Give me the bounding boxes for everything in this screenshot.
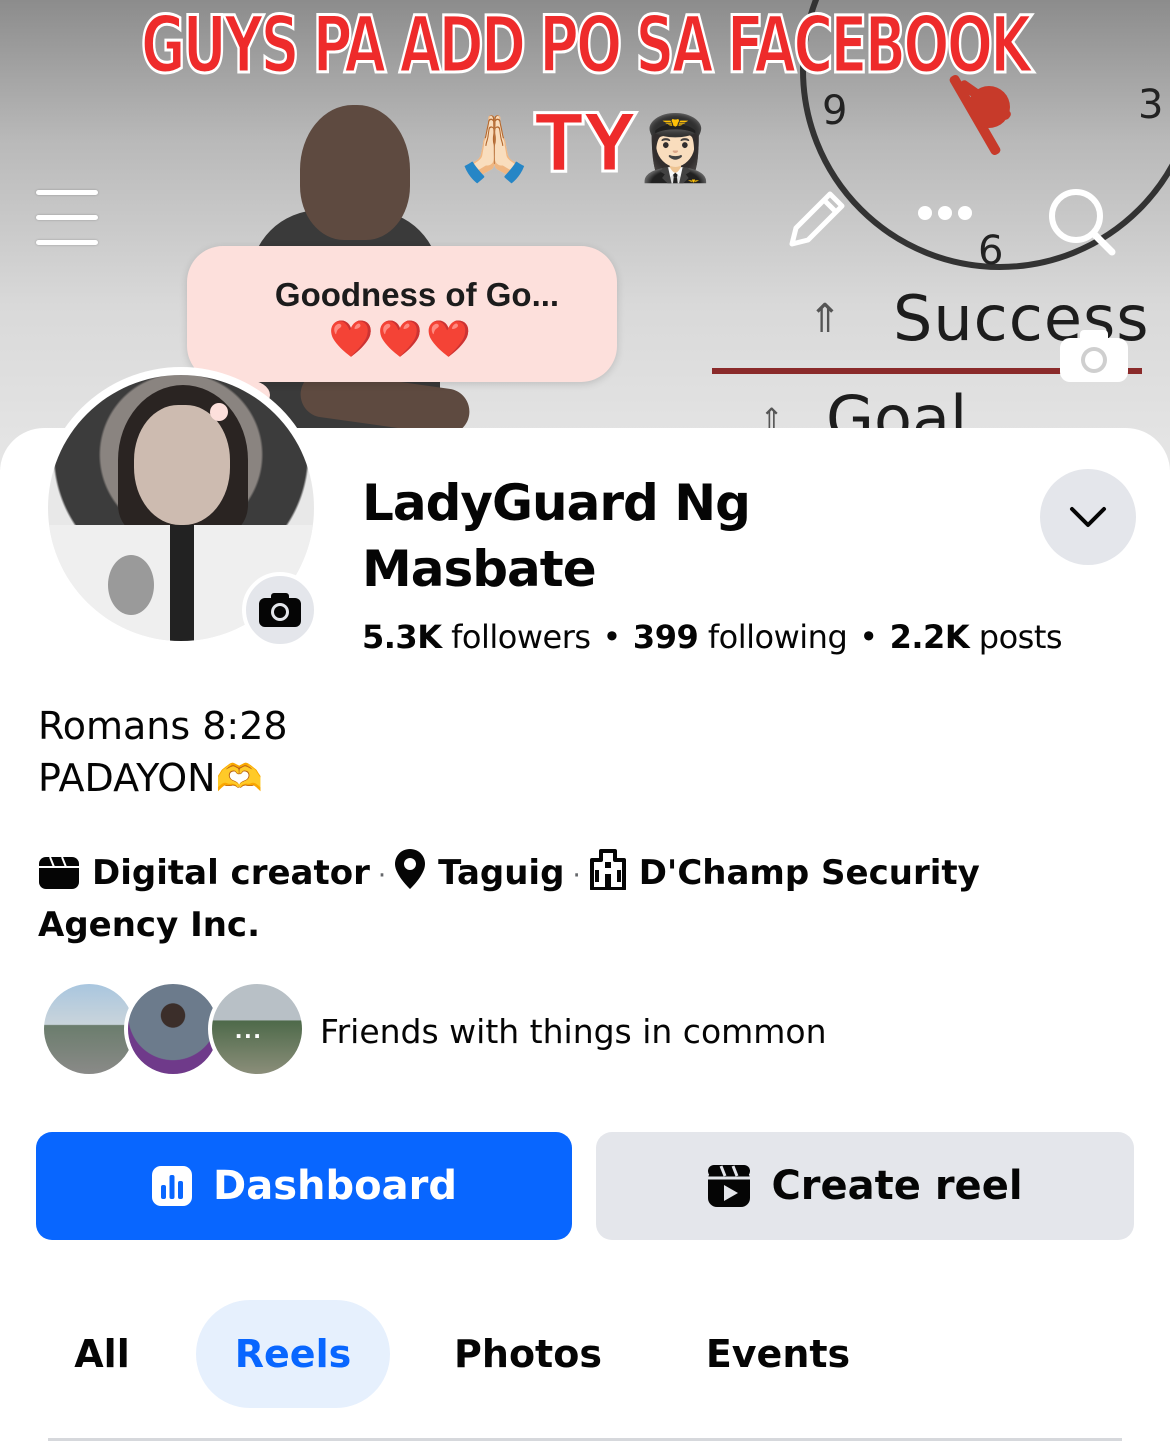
posts-count: 2.2K	[889, 618, 970, 656]
location-text[interactable]: Taguig	[438, 853, 564, 893]
posts-stat[interactable]: 2.2K posts	[889, 618, 1063, 656]
note-bubble-tail-dot	[210, 403, 228, 421]
up-arrows-graphic: ⇑	[808, 297, 842, 341]
chevron-down-icon	[1070, 507, 1106, 527]
reel-icon	[707, 1164, 751, 1208]
avatar-face	[134, 405, 230, 525]
followers-count: 5.3K	[362, 618, 442, 656]
edit-cover-camera-icon[interactable]	[1058, 328, 1130, 384]
followers-label: followers	[451, 618, 591, 656]
tab-events[interactable]: Events	[680, 1300, 876, 1408]
headline-line-1: GUYS PA ADD PO SA FACEBOOK	[140, 0, 1034, 93]
avatar-tie	[170, 525, 194, 641]
profile-stats: 5.3K followers • 399 following • 2.2K posts	[362, 618, 1162, 656]
pilot-emoji: 👩🏻‍✈️	[635, 112, 716, 187]
building-icon	[589, 848, 627, 902]
dashboard-button[interactable]: Dashboard	[36, 1132, 572, 1240]
tab-all[interactable]: All	[50, 1300, 154, 1408]
stat-separator: •	[859, 618, 878, 656]
profile-details: Digital creator · Taguig · D'Champ Securit…	[38, 848, 1058, 948]
bio-line: Romans 8:28	[38, 704, 288, 748]
clock-number-6: 6	[978, 228, 1004, 274]
search-icon[interactable]	[1044, 184, 1118, 258]
bio-line: PADAYON🫶	[38, 756, 263, 800]
following-label: following	[707, 618, 848, 656]
tabs-divider	[48, 1438, 1122, 1441]
location-pin-icon	[394, 848, 426, 902]
clapperboard-icon	[38, 856, 80, 902]
profile-dropdown-button[interactable]	[1040, 469, 1136, 565]
profile-name: LadyGuard Ng Masbate	[362, 474, 751, 598]
posts-label: posts	[978, 618, 1063, 656]
category-text: Digital creator	[92, 853, 370, 893]
more-friends-indicator: ...	[235, 1014, 263, 1044]
detail-separator: ·	[377, 861, 387, 891]
note-text: Goodness of Go...	[274, 276, 560, 313]
mutual-friends-row[interactable]: ... Friends with things in common	[40, 980, 940, 1080]
tab-photos[interactable]: Photos	[430, 1300, 626, 1408]
bar-chart-icon	[151, 1165, 193, 1207]
headline-ty: TY	[533, 96, 637, 191]
create-reel-label: Create reel	[771, 1163, 1023, 1209]
dashboard-label: Dashboard	[213, 1163, 457, 1209]
friends-common-text: Friends with things in common	[320, 1012, 827, 1051]
praying-hands-emoji: 🙏🏻	[454, 112, 535, 187]
headline-line-2: 🙏🏻TY👩🏻‍✈️	[0, 96, 1170, 195]
note-hearts: ❤️❤️❤️	[328, 318, 476, 359]
profile-note-bubble[interactable]: Goodness of Go... ❤️❤️❤️	[187, 246, 617, 382]
pencil-icon[interactable]	[782, 184, 852, 254]
create-reel-button[interactable]: Create reel	[596, 1132, 1134, 1240]
stat-separator: •	[602, 618, 622, 656]
profile-tabs: All Reels Photos Events	[0, 1300, 1170, 1410]
following-stat[interactable]: 399 following	[632, 618, 848, 656]
profile-bio: Romans 8:28 PADAYON🫶	[38, 700, 938, 804]
detail-separator: ·	[572, 861, 581, 891]
tab-reels[interactable]: Reels	[196, 1300, 390, 1408]
more-options-icon[interactable]	[918, 206, 980, 226]
following-count: 399	[632, 618, 699, 656]
headline-overlay: GUYS PA ADD PO SA FACEBOOK 🙏🏻TY👩🏻‍✈️	[0, 0, 1170, 195]
edit-profile-picture-camera-icon[interactable]	[242, 572, 318, 648]
menu-icon[interactable]	[36, 190, 98, 246]
followers-stat[interactable]: 5.3K followers	[362, 618, 591, 656]
avatar-badge	[108, 555, 154, 615]
